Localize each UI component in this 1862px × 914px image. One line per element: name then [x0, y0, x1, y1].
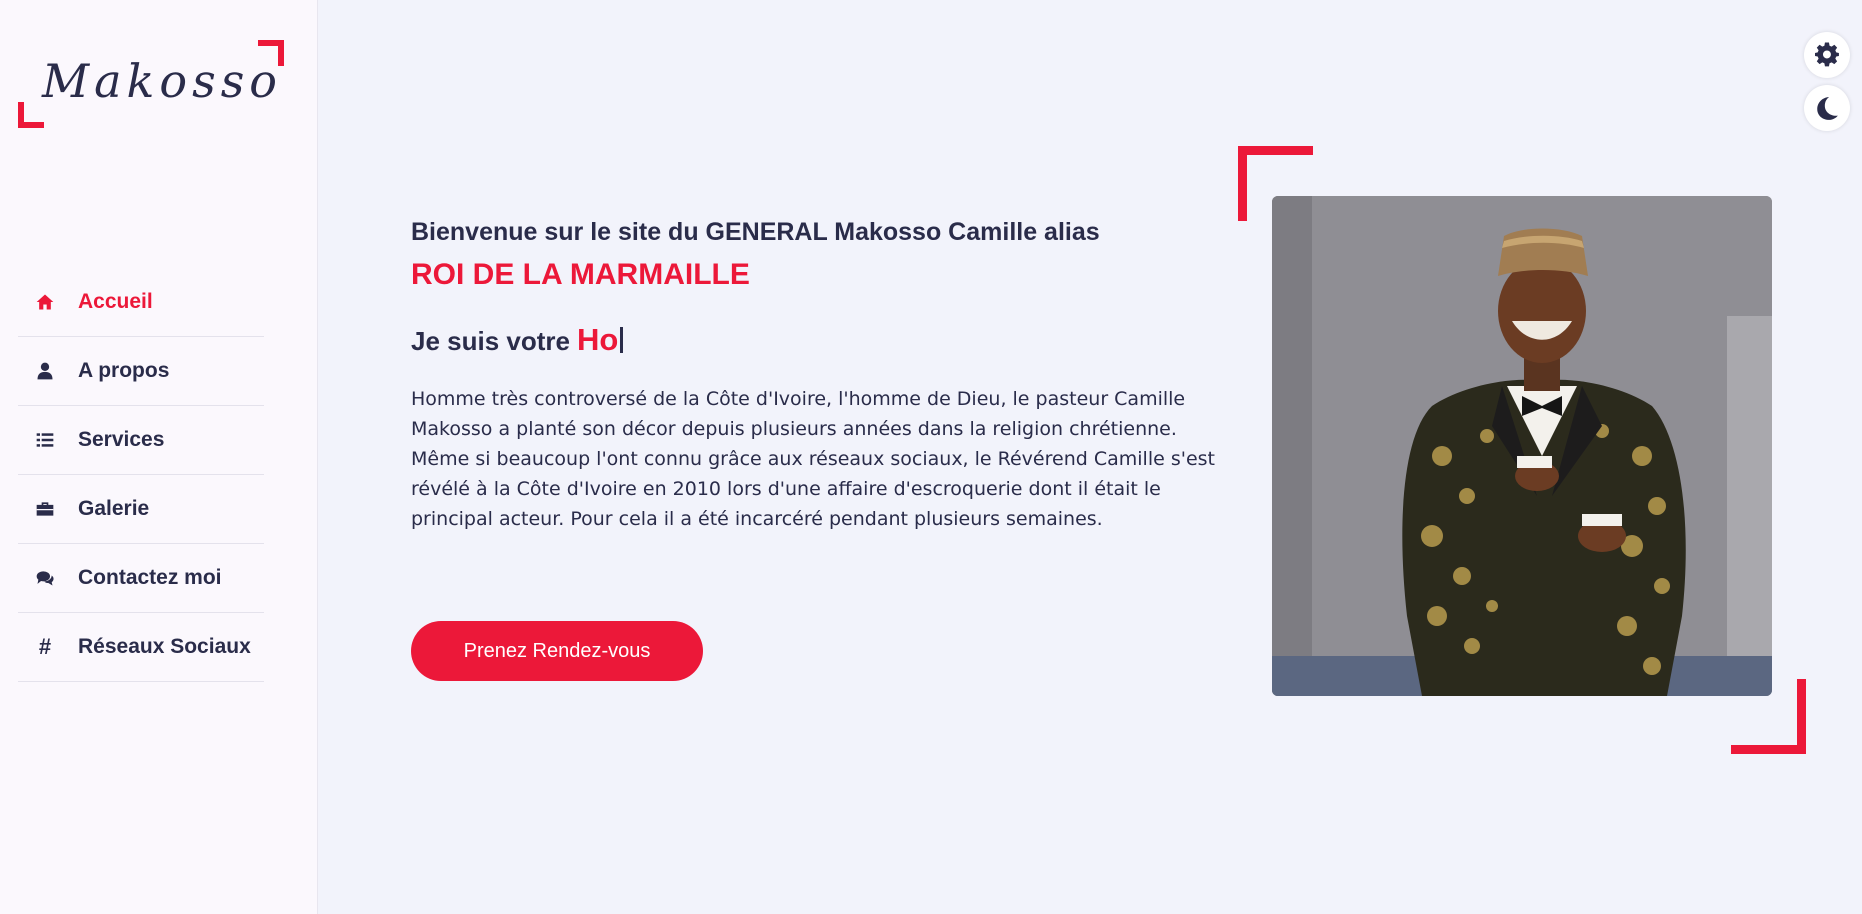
nav-item-reseaux-sociaux[interactable]: # Réseaux Sociaux [18, 613, 264, 682]
user-icon [34, 360, 56, 382]
hero-greeting: Bienvenue sur le site du GENERAL Makosso… [411, 218, 1100, 246]
nav-item-label: Galerie [78, 497, 150, 520]
nav-item-contactez-moi[interactable]: Contactez moi [18, 544, 264, 613]
logo-text: Makosso [42, 54, 283, 108]
gear-icon [1814, 42, 1839, 67]
nav-item-galerie[interactable]: Galerie [18, 475, 264, 544]
nav-item-a-propos[interactable]: A propos [18, 337, 264, 406]
nav-item-label: Contactez moi [78, 566, 222, 589]
appointment-button[interactable]: Prenez Rendez-vous [411, 621, 703, 681]
portrait-frame [1238, 146, 1806, 754]
typing-prefix: Je suis votre [411, 326, 570, 356]
portrait-image [1272, 196, 1772, 696]
main-nav: Accueil A propos Services Galerie Contac… [18, 268, 264, 682]
hero-bio: Homme très controversé de la Côte d'Ivoi… [411, 388, 1215, 530]
typing-headline: Je suis votre Ho [411, 322, 624, 358]
nav-item-label: A propos [78, 359, 170, 382]
nav-item-label: Services [78, 428, 165, 451]
typing-cursor [620, 327, 624, 353]
site-logo[interactable]: Makosso [18, 40, 284, 128]
briefcase-icon [34, 498, 56, 520]
hero-subtitle: ROI DE LA MARMAILLE [411, 258, 750, 291]
nav-item-label: Accueil [78, 290, 153, 313]
sidebar: Makosso Accueil A propos Services Galeri… [0, 0, 318, 914]
nav-item-accueil[interactable]: Accueil [18, 268, 264, 337]
theme-toggle-button[interactable] [1804, 85, 1850, 131]
logo-corner-bottom-left [18, 102, 44, 128]
nav-item-label: Réseaux Sociaux [78, 635, 251, 658]
nav-item-services[interactable]: Services [18, 406, 264, 475]
hashtag-icon: # [38, 634, 52, 659]
moon-icon [1817, 97, 1838, 120]
list-icon [34, 429, 56, 451]
home-icon [34, 291, 56, 313]
settings-button[interactable] [1804, 32, 1850, 78]
typing-text: Ho [576, 322, 619, 357]
comments-icon [34, 567, 56, 589]
